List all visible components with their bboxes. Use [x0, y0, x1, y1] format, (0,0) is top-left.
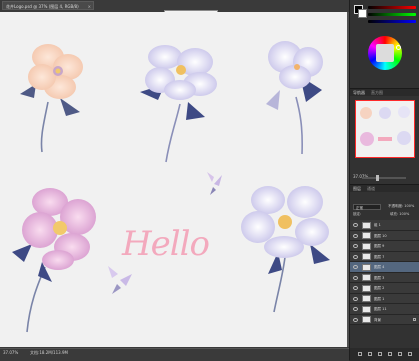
- layer-row[interactable]: 图层 2: [350, 283, 419, 294]
- layer-thumbnail: [362, 263, 371, 271]
- layer-name: 图层 10: [374, 233, 387, 238]
- eye-icon[interactable]: [353, 275, 358, 280]
- tab-layers[interactable]: 图层: [353, 186, 361, 191]
- layer-row[interactable]: 图层 3: [350, 272, 419, 283]
- blue-slider[interactable]: [368, 20, 416, 23]
- layers-panel-header[interactable]: 图层 通道: [350, 184, 419, 192]
- background-color-swatch[interactable]: [358, 9, 367, 18]
- layer-name: 组 1: [374, 223, 381, 227]
- layer-name: 图层 11: [374, 307, 387, 311]
- layer-row[interactable]: 组 1: [350, 220, 419, 231]
- pink-flower-illustration: [12, 188, 96, 333]
- layer-thumbnail: [362, 242, 371, 250]
- blend-mode-select[interactable]: 正常: [353, 204, 381, 210]
- lock-label: 锁定:: [353, 212, 362, 216]
- navigator-panel-header[interactable]: 导航器 直方图: [350, 88, 419, 96]
- fx-icon[interactable]: [368, 352, 372, 356]
- layer-row[interactable]: 图层 4: [350, 262, 419, 273]
- eye-icon[interactable]: [353, 244, 358, 248]
- layer-row[interactable]: 图层 1: [350, 293, 419, 304]
- layer-name: 图层 7: [374, 254, 385, 259]
- tab-channels[interactable]: 通道: [367, 186, 375, 191]
- layer-name: 图层 2: [374, 286, 385, 290]
- layer-name: 图层 3: [374, 275, 385, 280]
- layer-row[interactable]: 图层 7: [350, 251, 419, 262]
- eye-icon[interactable]: [353, 317, 358, 322]
- status-zoom[interactable]: 37.07%: [3, 350, 18, 355]
- layer-name: 背景: [374, 317, 381, 322]
- color-wheel[interactable]: [368, 36, 402, 70]
- tab-navigator[interactable]: 导航器: [353, 90, 365, 95]
- eye-icon[interactable]: [353, 296, 358, 301]
- color-marker[interactable]: [396, 45, 401, 50]
- green-slider[interactable]: [368, 13, 416, 16]
- document-tab[interactable]: 花卉Logo.psd @ 37% (图层 4, RGB/8) ×: [2, 1, 94, 10]
- eye-icon[interactable]: [353, 307, 358, 311]
- layer-name: 图层 4: [374, 265, 385, 269]
- layer-row[interactable]: 背景: [350, 314, 419, 325]
- layer-thumbnail: [362, 284, 371, 292]
- layer-thumbnail: [362, 295, 371, 302]
- layer-thumbnail: [362, 305, 371, 313]
- eye-icon[interactable]: [353, 286, 358, 290]
- white-rose-illustration: [266, 41, 323, 155]
- eye-icon[interactable]: [353, 265, 358, 269]
- mask-icon[interactable]: [378, 352, 382, 356]
- layer-row[interactable]: 图层 9: [350, 241, 419, 252]
- hello-text: Hello: [122, 224, 210, 264]
- butterfly-illustration: [108, 266, 132, 294]
- folder-icon[interactable]: [388, 352, 392, 356]
- document-window: 花卉Logo.psd @ 37% (图层 4, RGB/8) × 花卉Logo.…: [0, 0, 349, 361]
- lavender-flower-illustration: [140, 45, 217, 163]
- layer-row[interactable]: 图层 10: [350, 230, 419, 241]
- layer-row[interactable]: 图层 11: [350, 304, 419, 315]
- navigator-thumbnail: [360, 106, 411, 146]
- eye-icon[interactable]: [353, 233, 358, 238]
- new-layer-icon[interactable]: [398, 352, 402, 356]
- navigator-zoom-slider[interactable]: [362, 177, 406, 179]
- layer-thumbnail: [362, 232, 371, 239]
- tab-histogram[interactable]: 直方图: [371, 90, 383, 95]
- butterfly-illustration: [207, 172, 222, 195]
- layer-thumbnail: [362, 253, 371, 260]
- fill-field[interactable]: 填充: 100%: [390, 212, 409, 217]
- red-slider[interactable]: [368, 6, 416, 9]
- peach-flower-illustration: [20, 44, 83, 153]
- status-doc-info: 文档:18.2M/113.9M: [30, 350, 68, 355]
- lock-icon: [413, 317, 416, 321]
- trash-icon[interactable]: [408, 352, 412, 356]
- opacity-field[interactable]: 不透明度: 100%: [388, 204, 414, 209]
- link-icon[interactable]: [358, 352, 362, 356]
- layer-thumbnail: [362, 316, 371, 323]
- color-square[interactable]: [376, 44, 394, 62]
- lilac-flower-illustration: [241, 186, 330, 313]
- layer-thumbnail: [362, 274, 371, 281]
- layer-name: 图层 9: [374, 244, 385, 248]
- status-bar: 37.07% 文档:18.2M/113.9M: [0, 348, 349, 361]
- close-icon[interactable]: ×: [88, 2, 91, 9]
- layer-thumbnail: [362, 221, 371, 229]
- layer-name: 图层 1: [374, 296, 385, 301]
- navigator-zoom-knob[interactable]: [376, 175, 379, 181]
- eye-icon[interactable]: [353, 223, 358, 227]
- layer-filter-toolbar: [353, 194, 417, 209]
- right-panel: 导航器 直方图 37.07% 图层 通道 正常 不透明度: 100% 锁定: 填充:…: [349, 0, 419, 360]
- document-tab-title: 花卉Logo.psd @ 37% (图层 4, RGB/8): [6, 4, 79, 9]
- layer-list: 组 1 图层 10 图层 9 图层 7 图层 4 图层 3 图层 2 图层 1 图层 11 背景: [350, 220, 419, 325]
- eye-icon[interactable]: [353, 254, 358, 259]
- canvas-artwork: [12, 41, 330, 333]
- layers-footer-toolbar: [350, 348, 419, 360]
- canvas[interactable]: Hello: [0, 12, 347, 347]
- navigator-preview[interactable]: [355, 100, 415, 158]
